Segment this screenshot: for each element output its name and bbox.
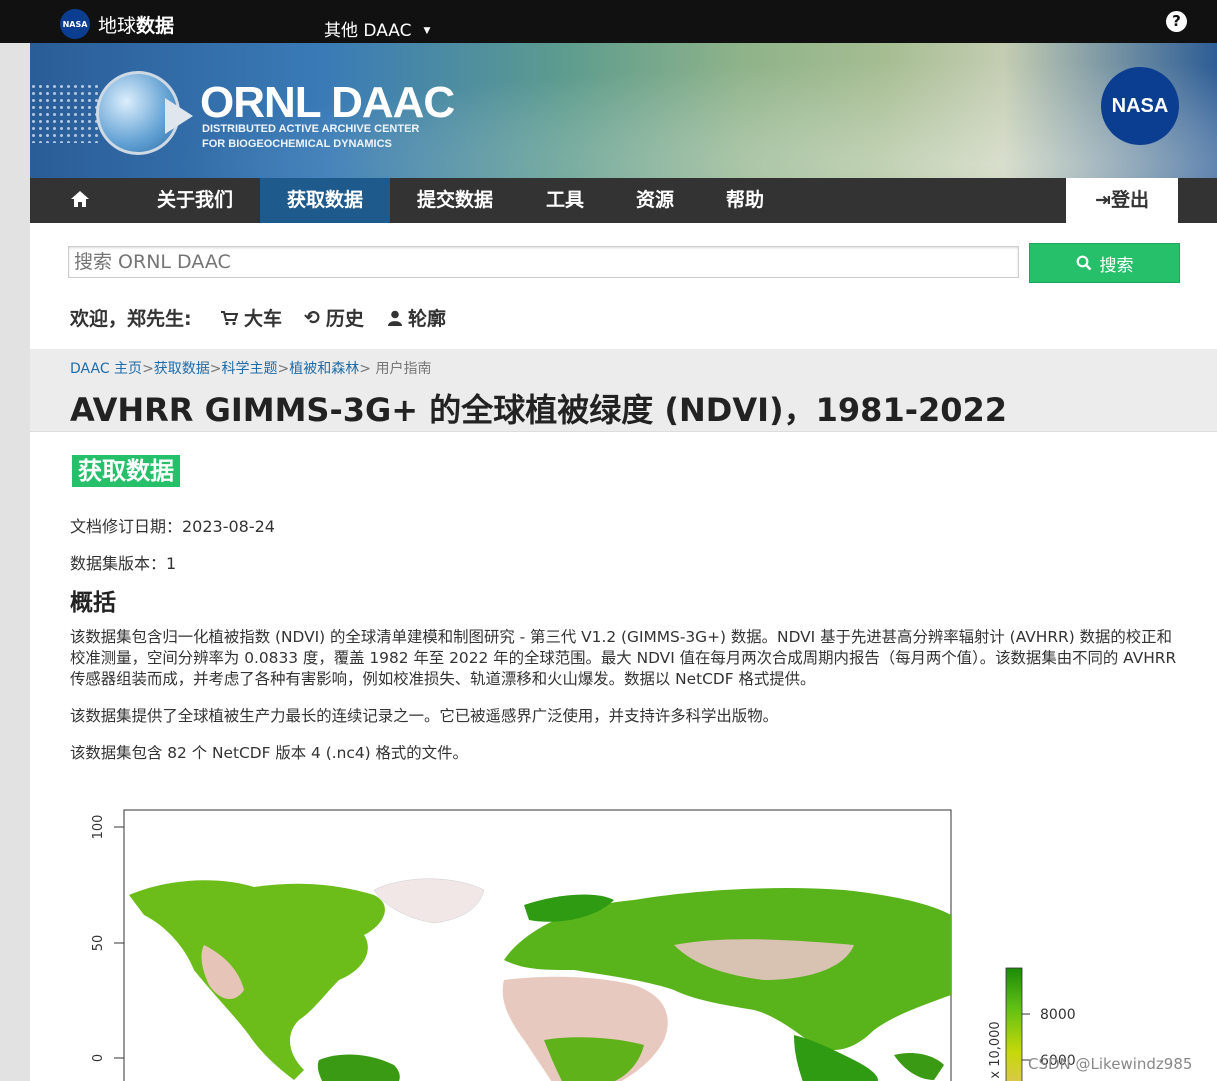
page-title-bar: DAAC 主页>获取数据>科学主题>植被和森林> 用户指南 AVHRR GIMM… [30, 349, 1217, 432]
nav-about[interactable]: 关于我们 [140, 178, 250, 223]
dataset-version: 数据集版本：1 [70, 554, 177, 573]
breadcrumb-current: 用户指南 [375, 361, 432, 377]
earthdata-title: 地球数据 [98, 14, 175, 37]
nav-submit-data[interactable]: 提交数据 [400, 178, 510, 223]
welcome-text: 欢迎，郑先生: [70, 308, 192, 330]
y-tick-label: 50 [91, 935, 106, 952]
breadcrumb-get-data[interactable]: 获取数据 [154, 361, 210, 377]
home-icon[interactable] [70, 190, 90, 208]
nav-tools[interactable]: 工具 [530, 178, 600, 223]
nav-help[interactable]: 帮助 [710, 178, 780, 223]
nasa-logo[interactable]: NASA [1101, 67, 1179, 145]
ndvi-colorbar [1005, 967, 1023, 1081]
help-icon[interactable]: ? [1166, 11, 1187, 32]
history-icon: ⟲ [304, 306, 320, 329]
overview-paragraph-2: 该数据集提供了全球植被生产力最长的连续记录之一。它已被遥感界广泛使用，并支持许多… [70, 707, 778, 725]
page-content: ORNL DAAC DISTRIBUTED ACTIVE ARCHIVE CEN… [30, 43, 1217, 1081]
history-link[interactable]: ⟲ 历史 [304, 304, 364, 331]
breadcrumb-vegetation[interactable]: 植被和森林 [289, 361, 359, 377]
logout-button[interactable]: ⇥登出 [1066, 178, 1178, 223]
search-icon [1076, 255, 1091, 271]
page-title: AVHRR GIMMS-3G+ 的全球植被绿度 (NDVI)，1981-2022 [70, 391, 1008, 429]
nasa-meatball-icon: NASA [60, 9, 90, 39]
breadcrumb: DAAC 主页>获取数据>科学主题>植被和森林> 用户指南 [70, 361, 432, 377]
logout-icon: ⇥ [1095, 189, 1111, 211]
overview-paragraph-1: 该数据集包含归一化植被指数 (NDVI) 的全球清单建模和制图研究 - 第三代 … [70, 628, 1177, 688]
colorbar-tick-label: 8000 [1040, 1007, 1076, 1023]
overview-heading: 概括 [70, 590, 116, 616]
caret-down-icon: ▼ [423, 26, 431, 36]
ornl-daac-title: ORNL DAAC [200, 78, 455, 127]
breadcrumb-science-themes[interactable]: 科学主题 [222, 361, 278, 377]
nav-resources[interactable]: 资源 [620, 178, 690, 223]
cart-icon [221, 310, 238, 325]
nav-get-data[interactable]: 获取数据 [260, 178, 390, 223]
arrow-icon [165, 98, 193, 134]
left-gutter [0, 43, 30, 1081]
overview-paragraph-3: 该数据集包含 82 个 NetCDF 版本 4 (.nc4) 格式的文件。 [70, 744, 468, 762]
global-header: NASA 地球数据 其他 DAAC ▼ ? [0, 0, 1217, 43]
revision-date: 文档修订日期：2023-08-24 [70, 517, 275, 536]
other-daac-menu[interactable]: 其他 DAAC ▼ [324, 16, 430, 41]
search-input[interactable] [68, 246, 1019, 278]
y-tick-label: 100 [91, 815, 106, 840]
watermark-text: CSDN @Likewindz985 [1028, 1055, 1193, 1073]
user-icon [388, 310, 402, 326]
ndvi-map-figure: 100 50 0 8000 6000 NDVI x 10,000 [74, 795, 1174, 1081]
cart-link[interactable]: 大车 [220, 304, 282, 331]
profile-link[interactable]: 轮廓 [388, 304, 446, 331]
main-nav: 关于我们 获取数据 提交数据 工具 资源 帮助 ⇥登出 [30, 178, 1217, 223]
search-button[interactable]: 搜索 [1029, 243, 1180, 283]
ornl-daac-subtitle: DISTRIBUTED ACTIVE ARCHIVE CENTER FOR BIO… [202, 123, 420, 150]
dot-pattern [30, 83, 100, 143]
colorbar-title: NDVI x 10,000 [988, 1021, 1003, 1081]
ndvi-map: 100 50 0 8000 6000 NDVI x 10,000 [91, 809, 1076, 1081]
y-tick-label: 0 [91, 1054, 106, 1062]
ornl-daac-banner[interactable]: ORNL DAAC DISTRIBUTED ACTIVE ARCHIVE CEN… [30, 43, 1217, 178]
get-data-button[interactable]: 获取数据 [72, 455, 180, 487]
breadcrumb-daac-home[interactable]: DAAC 主页 [70, 361, 142, 377]
earthdata-logo[interactable]: NASA 地球数据 [60, 9, 174, 39]
